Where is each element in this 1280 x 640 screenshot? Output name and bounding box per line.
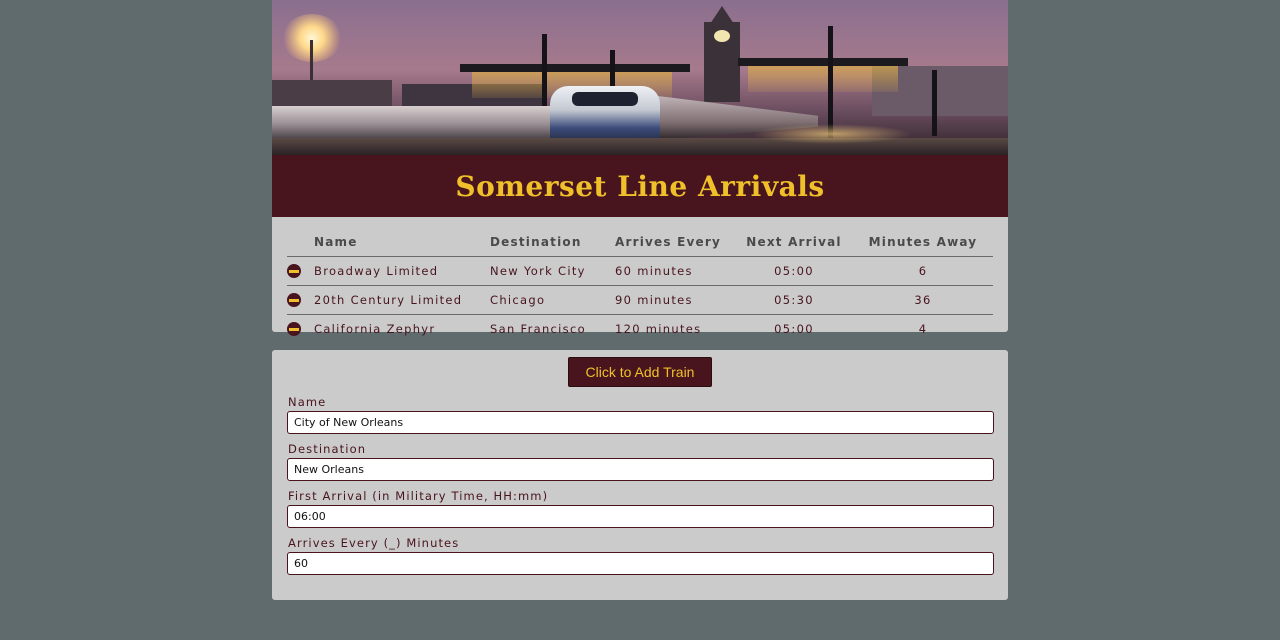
train-schedule-table: Name Destination Arrives Every Next Arri…	[287, 235, 993, 343]
name-label: Name	[288, 395, 327, 409]
name-input[interactable]	[287, 411, 994, 434]
column-header-destination: Destination	[490, 235, 615, 257]
next-arrival-cell: 05:00	[774, 322, 814, 336]
frequency-cell: 90 minutes	[615, 285, 735, 315]
table-header-row: Name Destination Arrives Every Next Arri…	[287, 235, 993, 257]
destination-label: Destination	[288, 442, 367, 456]
frequency-field-group: Arrives Every (_) Minutes	[287, 536, 994, 575]
page-container: Somerset Line Arrivals Name Destination …	[272, 0, 1008, 600]
first-arrival-label: First Arrival (in Military Time, HH:mm)	[288, 489, 549, 503]
destination-cell: San Francisco	[490, 322, 586, 336]
add-train-button[interactable]: Click to Add Train	[567, 357, 713, 387]
frequency-cell: 120 minutes	[615, 322, 702, 336]
train-name-cell: California Zephyr	[314, 322, 436, 336]
minutes-away-cell: 4	[918, 322, 928, 336]
column-header-next-arrival: Next Arrival	[735, 235, 853, 257]
train-schedule-panel: Name Destination Arrives Every Next Arri…	[272, 217, 1008, 336]
destination-field-group: Destination	[287, 442, 994, 481]
column-header-frequency: Arrives Every	[615, 235, 735, 257]
train-name-cell: Broadway Limited	[314, 256, 490, 286]
next-arrival-cell: 05:00	[735, 256, 853, 286]
next-arrival-cell: 05:30	[735, 285, 853, 315]
minutes-away-cell: 6	[853, 256, 993, 286]
frequency-input[interactable]	[287, 552, 994, 575]
destination-cell: New York City	[490, 256, 615, 286]
title-bar: Somerset Line Arrivals	[272, 155, 1008, 217]
table-row: California Zephyr San Francisco 120 minu…	[287, 315, 993, 344]
column-header-minutes-away: Minutes Away	[853, 235, 993, 257]
remove-icon[interactable]	[287, 263, 301, 278]
hero-image	[272, 0, 1008, 155]
first-arrival-input[interactable]	[287, 505, 994, 528]
minutes-away-cell: 36	[853, 285, 993, 315]
remove-icon[interactable]	[287, 321, 301, 336]
train-name-cell: 20th Century Limited	[314, 285, 490, 315]
frequency-cell: 60 minutes	[615, 256, 735, 286]
add-train-form: Click to Add Train Name Destination Firs…	[272, 350, 1008, 600]
column-header-action	[287, 235, 314, 257]
page-title: Somerset Line Arrivals	[455, 169, 825, 203]
table-row: Broadway Limited New York City 60 minute…	[287, 256, 993, 286]
destination-input[interactable]	[287, 458, 994, 481]
destination-cell: Chicago	[490, 285, 615, 315]
column-header-name: Name	[314, 235, 490, 257]
first-arrival-field-group: First Arrival (in Military Time, HH:mm)	[287, 489, 994, 528]
name-field-group: Name	[287, 395, 994, 434]
table-row: 20th Century Limited Chicago 90 minutes …	[287, 285, 993, 315]
remove-icon[interactable]	[287, 292, 301, 307]
frequency-label: Arrives Every (_) Minutes	[288, 536, 460, 550]
